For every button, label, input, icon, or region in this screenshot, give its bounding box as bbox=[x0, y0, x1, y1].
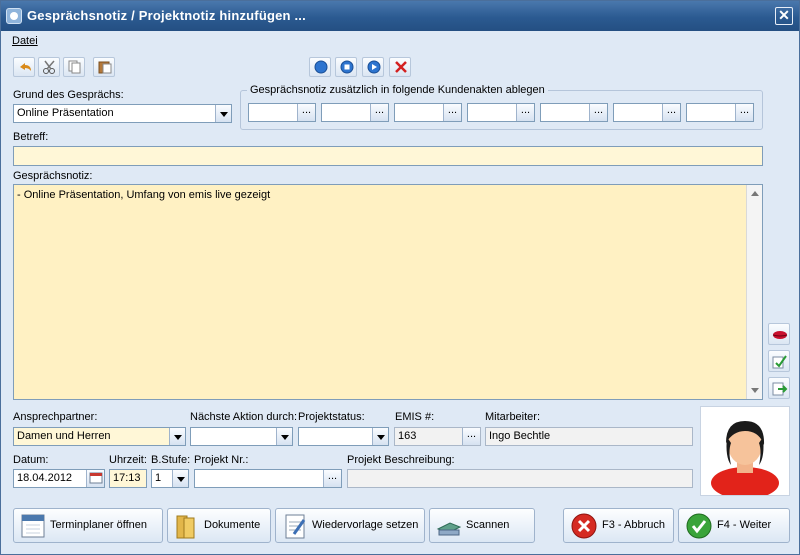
browse-button[interactable]: ... bbox=[516, 104, 534, 121]
betreff-label: Betreff: bbox=[13, 131, 49, 143]
scanner-icon bbox=[436, 522, 462, 536]
copy-button[interactable] bbox=[63, 57, 85, 77]
scroll-down-icon[interactable] bbox=[751, 388, 759, 393]
kundenakte-field-7[interactable]: ... bbox=[686, 103, 754, 122]
stop-button[interactable] bbox=[335, 57, 357, 77]
notiz-text: - Online Präsentation, Umfang von emis l… bbox=[17, 189, 271, 201]
lips-button[interactable] bbox=[768, 323, 790, 345]
cancel-icon bbox=[571, 513, 597, 539]
naechste-aktion-label: Nächste Aktion durch: bbox=[190, 411, 298, 423]
chevron-down-icon[interactable] bbox=[169, 428, 185, 445]
title-bar[interactable]: Gesprächsnotiz / Projektnotiz hinzufügen… bbox=[1, 1, 799, 31]
naechste-aktion-dropdown[interactable] bbox=[190, 427, 293, 446]
uhrzeit-input[interactable]: 17:13 bbox=[109, 469, 147, 488]
close-button[interactable]: ✕ bbox=[775, 7, 793, 25]
kundenakte-field-6[interactable]: ... bbox=[613, 103, 681, 122]
browse-button[interactable]: ... bbox=[735, 104, 753, 121]
grund-label: Grund des Gesprächs: bbox=[13, 89, 124, 101]
mitarbeiter-field[interactable]: Ingo Bechtle bbox=[485, 427, 693, 446]
delete-button[interactable] bbox=[389, 57, 411, 77]
avatar bbox=[700, 406, 790, 499]
user-avatar-icon bbox=[711, 421, 779, 499]
scissors-icon bbox=[43, 60, 55, 74]
folder-icon bbox=[176, 515, 195, 539]
datum-label: Datum: bbox=[13, 454, 49, 466]
undo-icon bbox=[20, 63, 31, 71]
datum-input[interactable]: 18.04.2012 bbox=[13, 469, 105, 488]
emis-field[interactable]: 163 ... bbox=[394, 427, 481, 446]
projekt-nr-field[interactable]: ... bbox=[194, 469, 342, 488]
ansprechpartner-dropdown[interactable]: Damen und Herren bbox=[13, 427, 186, 446]
dialog-window: Gesprächsnotiz / Projektnotiz hinzufügen… bbox=[0, 0, 800, 555]
record-icon bbox=[314, 60, 328, 74]
chevron-down-icon[interactable] bbox=[276, 428, 292, 445]
play-button[interactable] bbox=[362, 57, 384, 77]
browse-button[interactable]: ... bbox=[589, 104, 607, 121]
copy-icon bbox=[68, 60, 81, 74]
kundenakte-field-3[interactable]: ... bbox=[394, 103, 462, 122]
projektstatus-label: Projektstatus: bbox=[298, 411, 365, 423]
bstufe-dropdown[interactable]: 1 bbox=[151, 469, 189, 488]
abbruch-button[interactable]: F3 - Abbruch bbox=[563, 508, 674, 543]
undo-button[interactable] bbox=[13, 57, 35, 77]
scannen-button[interactable]: Scannen bbox=[429, 508, 535, 543]
bstufe-label: B.Stufe: bbox=[151, 454, 191, 466]
paste-button[interactable] bbox=[93, 57, 115, 77]
projekt-beschreibung-field[interactable] bbox=[347, 469, 693, 488]
calendar-icon bbox=[21, 514, 45, 538]
app-icon bbox=[6, 8, 22, 24]
checkmark-icon bbox=[686, 513, 712, 539]
browse-button[interactable]: ... bbox=[662, 104, 680, 121]
lips-icon bbox=[772, 331, 788, 339]
stop-icon bbox=[340, 60, 354, 74]
projekt-beschreibung-label: Projekt Beschreibung: bbox=[347, 454, 455, 466]
ansprechpartner-label: Ansprechpartner: bbox=[13, 411, 98, 423]
kundenakte-field-4[interactable]: ... bbox=[467, 103, 535, 122]
scroll-up-icon[interactable] bbox=[751, 191, 759, 196]
menu-bar: Datei bbox=[1, 31, 799, 51]
browse-button[interactable]: ... bbox=[462, 428, 480, 445]
play-icon bbox=[367, 60, 381, 74]
weiter-button[interactable]: F4 - Weiter bbox=[678, 508, 790, 543]
delete-x-icon bbox=[395, 61, 407, 73]
browse-button[interactable]: ... bbox=[323, 470, 341, 487]
browse-button[interactable]: ... bbox=[443, 104, 461, 121]
uhrzeit-label: Uhrzeit: bbox=[109, 454, 147, 466]
paste-icon bbox=[98, 61, 112, 74]
projektstatus-dropdown[interactable] bbox=[298, 427, 389, 446]
mitarbeiter-label: Mitarbeiter: bbox=[485, 411, 541, 423]
kundenakten-label: Gesprächsnotiz zusätzlich in folgende Ku… bbox=[247, 84, 548, 96]
spellcheck-button[interactable] bbox=[768, 350, 790, 372]
notiz-label: Gesprächsnotiz: bbox=[13, 170, 93, 182]
menu-datei[interactable]: Datei bbox=[12, 35, 38, 47]
terminplaner-button[interactable]: Terminplaner öffnen bbox=[13, 508, 163, 543]
calendar-icon[interactable] bbox=[86, 470, 104, 487]
spellcheck-icon bbox=[772, 355, 787, 369]
chevron-down-icon[interactable] bbox=[172, 470, 188, 487]
browse-button[interactable]: ... bbox=[370, 104, 388, 121]
projekt-nr-label: Projekt Nr.: bbox=[194, 454, 249, 466]
notepad-icon bbox=[285, 514, 306, 539]
record-button[interactable] bbox=[309, 57, 331, 77]
kundenakte-field-2[interactable]: ... bbox=[321, 103, 389, 122]
kundenakte-field-1[interactable]: ... bbox=[248, 103, 316, 122]
chevron-down-icon[interactable] bbox=[215, 105, 231, 122]
export-icon bbox=[772, 382, 788, 396]
dokumente-button[interactable]: Dokumente bbox=[167, 508, 271, 543]
kundenakte-field-5[interactable]: ... bbox=[540, 103, 608, 122]
emis-label: EMIS #: bbox=[395, 411, 435, 423]
wiedervorlage-button[interactable]: Wiedervorlage setzen bbox=[275, 508, 425, 543]
betreff-input[interactable] bbox=[13, 146, 763, 166]
export-button[interactable] bbox=[768, 377, 790, 399]
grund-value: Online Präsentation bbox=[17, 107, 114, 119]
chevron-down-icon[interactable] bbox=[372, 428, 388, 445]
notiz-scrollbar[interactable] bbox=[746, 185, 762, 399]
grund-dropdown[interactable]: Online Präsentation bbox=[13, 104, 232, 123]
cut-button[interactable] bbox=[38, 57, 60, 77]
window-title: Gesprächsnotiz / Projektnotiz hinzufügen… bbox=[27, 8, 306, 23]
notiz-textarea[interactable]: - Online Präsentation, Umfang von emis l… bbox=[13, 184, 763, 400]
browse-button[interactable]: ... bbox=[297, 104, 315, 121]
